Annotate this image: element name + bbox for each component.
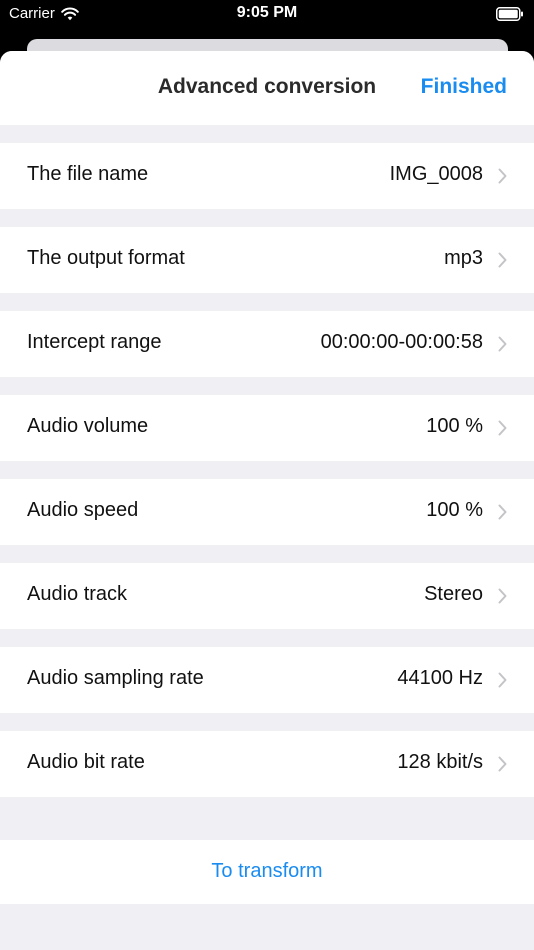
row-label: The output format <box>27 247 185 269</box>
chevron-right-icon <box>498 504 507 520</box>
chevron-right-icon <box>498 252 507 268</box>
row-audio-sampling-rate[interactable]: Audio sampling rate 44100 Hz <box>0 647 534 713</box>
row-label: Audio sampling rate <box>27 667 204 689</box>
row-value: 44100 Hz <box>397 667 483 689</box>
transform-button-label: To transform <box>211 860 323 882</box>
chevron-right-icon <box>498 588 507 604</box>
status-clock: 9:05 PM <box>236 4 298 21</box>
chevron-right-icon <box>498 672 507 688</box>
row-value: mp3 <box>444 247 483 269</box>
chevron-right-icon <box>498 168 507 184</box>
row-value: 128 kbit/s <box>397 751 483 773</box>
nav-bar: Advanced conversion Finished <box>0 51 534 125</box>
row-audio-volume[interactable]: Audio volume 100 % <box>0 395 534 461</box>
status-bar: Carrier 9:05 PM <box>0 0 534 30</box>
row-value: 00:00:00-00:00:58 <box>320 331 483 353</box>
row-output-format[interactable]: The output format mp3 <box>0 227 534 293</box>
row-label: Audio bit rate <box>27 751 145 773</box>
row-value: IMG_0008 <box>389 163 483 185</box>
row-file-name[interactable]: The file name IMG_0008 <box>0 143 534 209</box>
row-intercept-range[interactable]: Intercept range 00:00:00-00:00:58 <box>0 311 534 377</box>
chevron-right-icon <box>498 336 507 352</box>
row-label: The file name <box>27 163 149 185</box>
row-audio-bit-rate[interactable]: Audio bit rate 128 kbit/s <box>0 731 534 797</box>
row-label: Audio volume <box>27 415 149 437</box>
row-audio-track[interactable]: Audio track Stereo <box>0 563 534 629</box>
row-label: Intercept range <box>27 331 162 353</box>
row-value: 100 % <box>426 499 483 521</box>
chevron-right-icon <box>498 420 507 436</box>
row-label: Audio speed <box>27 499 139 521</box>
row-value: Stereo <box>424 583 483 605</box>
advanced-conversion-sheet: Advanced conversion Finished The file na… <box>0 51 534 950</box>
battery-icon <box>496 7 523 21</box>
finished-button[interactable]: Finished <box>421 75 507 99</box>
row-label: Audio track <box>27 583 128 605</box>
transform-button[interactable]: To transform <box>0 840 534 904</box>
row-audio-speed[interactable]: Audio speed 100 % <box>0 479 534 545</box>
chevron-right-icon <box>498 756 507 772</box>
row-value: 100 % <box>426 415 483 437</box>
